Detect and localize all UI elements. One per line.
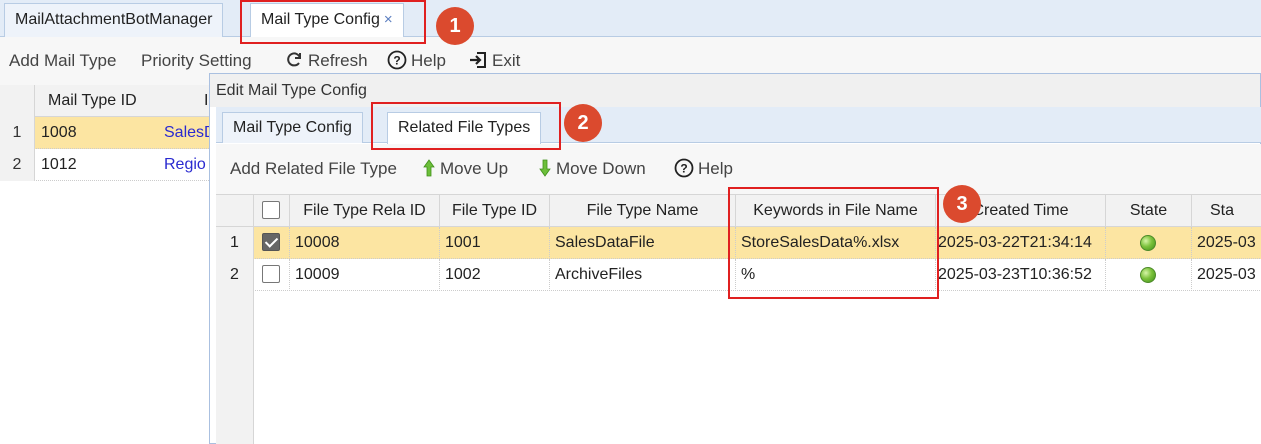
row-number-header xyxy=(216,195,254,227)
annotation-badge-1: 1 xyxy=(436,7,474,45)
exit-button[interactable]: Exit xyxy=(468,49,520,73)
row-number: 1 xyxy=(0,117,34,149)
row-number: 1 xyxy=(216,227,254,259)
created-time-cell: 2025-03-22T21:34:14 xyxy=(936,227,1106,259)
refresh-icon xyxy=(287,52,301,67)
grid-header: Mail Type ID I xyxy=(0,85,215,117)
row-checkbox[interactable] xyxy=(262,265,280,283)
table-row[interactable]: 2 1012 Regio xyxy=(0,149,215,181)
row-select-cell xyxy=(254,227,290,259)
svg-text:?: ? xyxy=(680,162,687,176)
add-related-file-type-button[interactable]: Add Related File Type xyxy=(230,157,397,181)
app-window: MailAttachmentBotManager Mail Type Confi… xyxy=(0,0,1261,444)
add-related-file-type-label: Add Related File Type xyxy=(230,159,397,178)
state-cell xyxy=(1106,227,1192,259)
help-icon: ? xyxy=(387,50,407,70)
select-all-header xyxy=(254,195,290,227)
mail-type-grid: Mail Type ID I 1 1008 SalesD 2 1012 Regi… xyxy=(0,85,215,444)
help-label: Help xyxy=(411,51,446,70)
state-time-cell: 2025-03 xyxy=(1197,234,1256,251)
priority-setting-label: Priority Setting xyxy=(141,51,252,70)
state-time-cell: 2025-03 xyxy=(1197,266,1256,283)
row-select-cell xyxy=(254,259,290,291)
select-all-checkbox[interactable] xyxy=(262,201,280,219)
row-number: 2 xyxy=(216,259,254,291)
refresh-button[interactable]: Refresh xyxy=(284,49,368,73)
row-checkbox[interactable] xyxy=(262,233,280,251)
move-down-label: Move Down xyxy=(556,159,646,178)
top-tab-bar: MailAttachmentBotManager Mail Type Confi… xyxy=(0,0,1261,38)
row-number-gutter xyxy=(216,291,254,444)
priority-setting-button[interactable]: Priority Setting xyxy=(141,49,252,73)
file-type-name-cell: ArchiveFiles xyxy=(550,259,736,291)
annotation-box-1 xyxy=(240,0,426,44)
add-mail-type-button[interactable]: Add Mail Type xyxy=(9,49,116,73)
state-cell xyxy=(1106,259,1192,291)
dialog-title: Edit Mail Type Config xyxy=(210,74,1260,107)
exit-label: Exit xyxy=(492,51,521,70)
row-number-header xyxy=(0,85,34,117)
mail-type-name-link[interactable]: Regio xyxy=(164,149,215,181)
mail-type-name-link[interactable]: SalesD xyxy=(164,117,215,149)
tab-label: Mail Type Config xyxy=(233,119,352,136)
annotation-badge-3: 3 xyxy=(943,185,981,223)
move-down-button[interactable]: Move Down xyxy=(538,157,646,181)
file-type-id-cell: 1002 xyxy=(440,259,550,291)
move-up-button[interactable]: Move Up xyxy=(422,157,508,181)
svg-text:?: ? xyxy=(393,54,400,68)
help-label: Help xyxy=(698,159,733,178)
arrow-up-icon xyxy=(423,159,435,177)
state-active-icon xyxy=(1140,235,1156,251)
file-type-id-header[interactable]: File Type ID xyxy=(440,195,550,227)
created-time-cell: 2025-03-23T10:36:52 xyxy=(936,259,1106,291)
mail-type-id-header[interactable]: Mail Type ID xyxy=(48,85,158,117)
mail-type-id-cell: 1012 xyxy=(41,156,77,173)
file-type-id-cell: 1001 xyxy=(440,227,550,259)
state-header[interactable]: State xyxy=(1106,195,1192,227)
file-type-rela-id-cell: 10008 xyxy=(290,227,440,259)
help-icon: ? xyxy=(674,158,694,178)
state-time-header[interactable]: Sta xyxy=(1192,195,1261,227)
annotation-box-2 xyxy=(371,102,561,150)
help-button[interactable]: ? Help xyxy=(387,49,446,73)
tab-label: MailAttachmentBotManager xyxy=(15,11,213,28)
dialog-help-button[interactable]: ? Help xyxy=(674,157,733,181)
row-number: 2 xyxy=(0,149,34,181)
file-type-name-cell: SalesDataFile xyxy=(550,227,736,259)
annotation-badge-2: 2 xyxy=(564,104,602,142)
state-active-icon xyxy=(1140,267,1156,283)
exit-icon xyxy=(470,52,486,68)
arrow-down-icon xyxy=(539,159,551,177)
file-type-rela-id-cell: 10009 xyxy=(290,259,440,291)
grid-divider xyxy=(34,85,35,181)
mail-type-id-cell: 1008 xyxy=(41,124,77,141)
refresh-label: Refresh xyxy=(308,51,368,70)
tab-mail-type-config-sub[interactable]: Mail Type Config xyxy=(222,112,363,143)
move-up-label: Move Up xyxy=(440,159,509,178)
file-type-name-header[interactable]: File Type Name xyxy=(550,195,736,227)
table-row[interactable]: 1 1008 SalesD xyxy=(0,117,215,149)
add-mail-type-label: Add Mail Type xyxy=(9,51,117,70)
file-type-rela-id-header[interactable]: File Type Rela ID xyxy=(290,195,440,227)
annotation-box-3 xyxy=(728,187,939,299)
tab-mail-attachment-bot-manager[interactable]: MailAttachmentBotManager xyxy=(4,3,224,37)
